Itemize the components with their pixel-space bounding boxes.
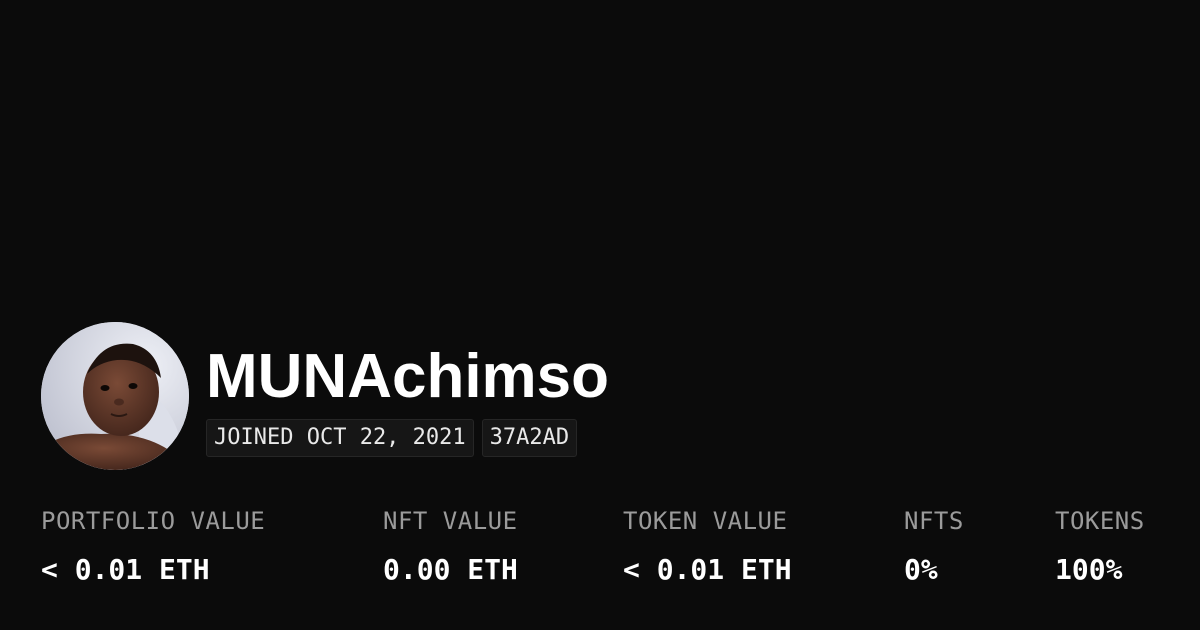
stat-nft-value: NFT VALUE 0.00 ETH (383, 505, 518, 586)
stat-nfts-percent: NFTS 0% (904, 505, 964, 586)
stat-token-value: TOKEN VALUE < 0.01 ETH (623, 505, 792, 586)
stat-value: 0.00 ETH (383, 553, 518, 586)
stat-label: NFT VALUE (383, 507, 518, 535)
stat-value: < 0.01 ETH (623, 553, 792, 586)
joined-date-badge: JOINED OCT 22, 2021 (206, 419, 474, 457)
avatar-photo-icon (41, 322, 189, 470)
avatar (41, 322, 189, 470)
stat-label: TOKENS (1055, 507, 1145, 535)
stat-portfolio-value: PORTFOLIO VALUE < 0.01 ETH (41, 505, 265, 586)
profile-card: MUNAchimso JOINED OCT 22, 2021 37A2AD PO… (0, 0, 1200, 630)
username: MUNAchimso (206, 342, 610, 411)
stat-value: 100% (1055, 553, 1123, 586)
stat-value: < 0.01 ETH (41, 553, 210, 586)
stat-label: TOKEN VALUE (623, 507, 788, 535)
stat-tokens-percent: TOKENS 100% (1055, 505, 1145, 586)
address-badge[interactable]: 37A2AD (481, 419, 578, 457)
stat-label: PORTFOLIO VALUE (41, 507, 266, 535)
stat-label: NFTS (904, 507, 964, 535)
profile-badges: JOINED OCT 22, 2021 37A2AD (206, 419, 578, 457)
stat-value: 0% (904, 553, 938, 586)
